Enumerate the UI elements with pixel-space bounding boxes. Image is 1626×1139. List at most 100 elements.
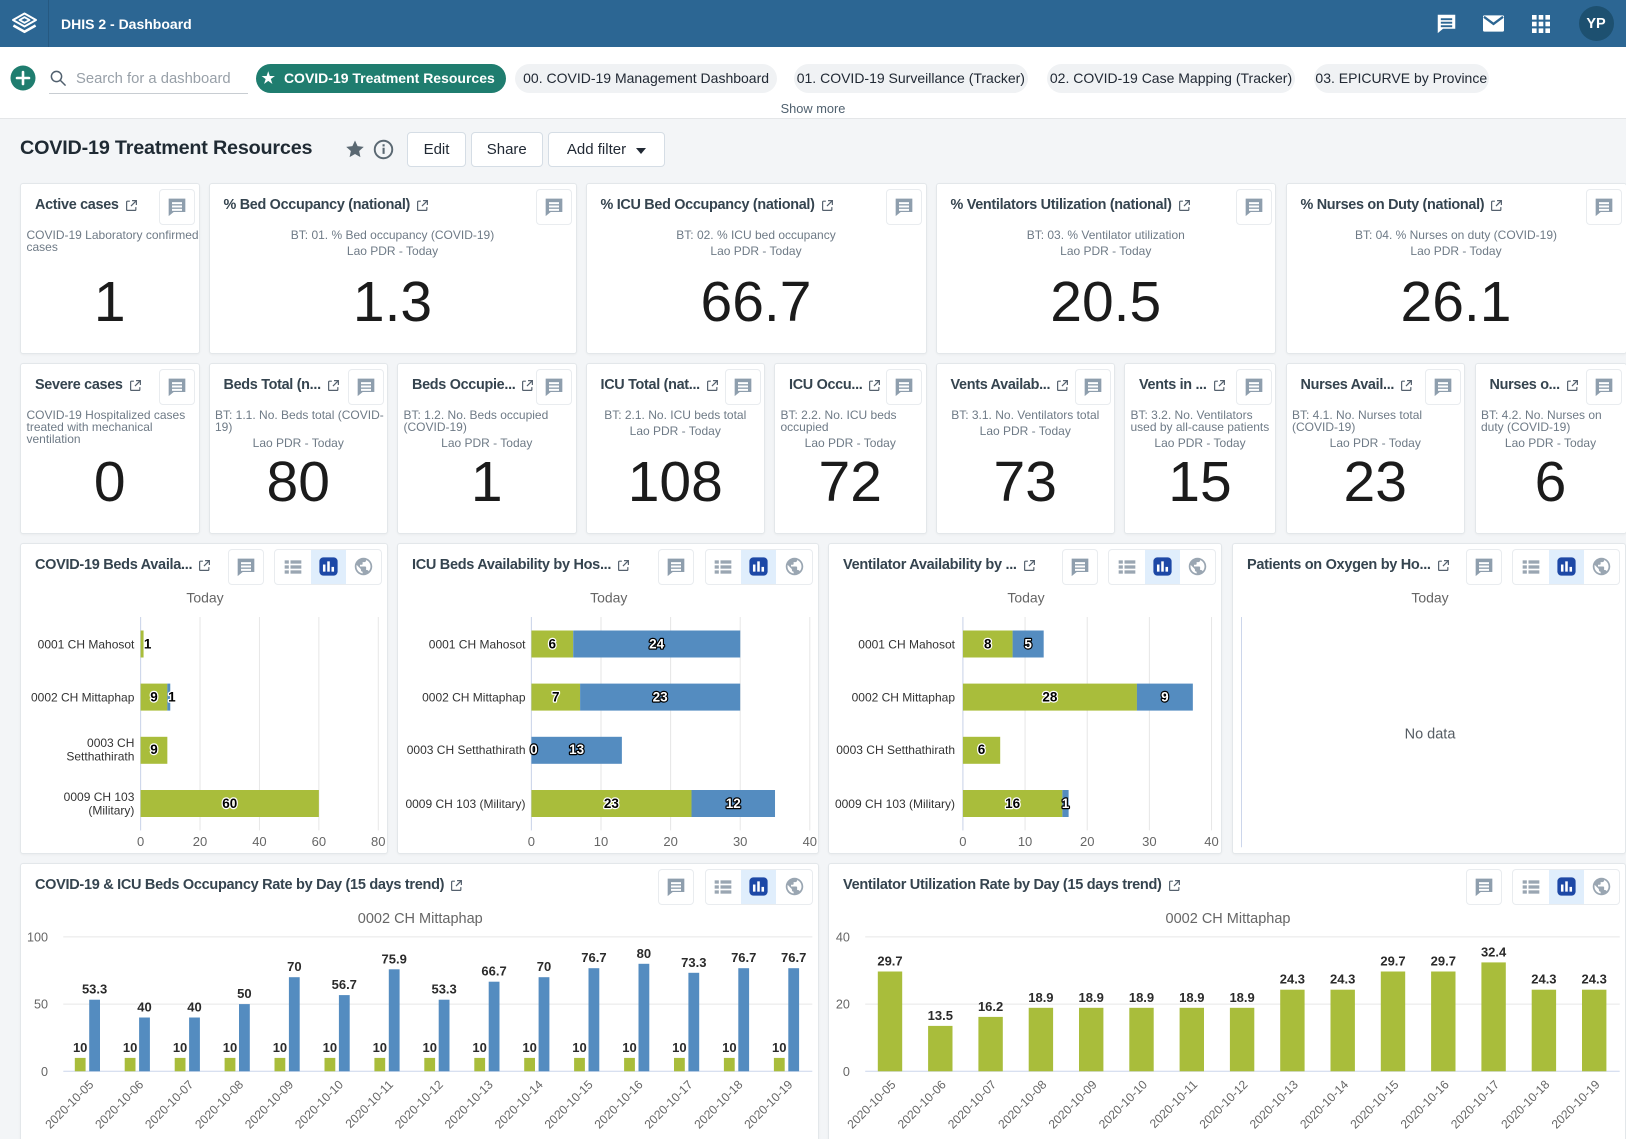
svg-text:16: 16: [1005, 796, 1021, 811]
svg-text:2020-10-05: 2020-10-05: [845, 1077, 899, 1131]
svg-text:0002 CH Mittaphap: 0002 CH Mittaphap: [31, 690, 135, 704]
svg-text:2020-10-11: 2020-10-11: [343, 1077, 396, 1130]
svg-text:29.7: 29.7: [1380, 954, 1405, 969]
svg-text:10: 10: [123, 1040, 137, 1055]
svg-text:20: 20: [836, 998, 850, 1012]
svg-text:60: 60: [312, 834, 326, 849]
svg-text:80: 80: [371, 834, 385, 849]
svg-text:0002 CH Mittaphap: 0002 CH Mittaphap: [1166, 911, 1291, 927]
svg-text:0002 CH Mittaphap: 0002 CH Mittaphap: [422, 690, 526, 704]
svg-text:18.9: 18.9: [1129, 990, 1154, 1005]
svg-text:2020-10-11: 2020-10-11: [1147, 1077, 1200, 1130]
svg-text:24.3: 24.3: [1531, 972, 1556, 987]
svg-text:29.7: 29.7: [877, 954, 902, 969]
svg-text:2020-10-13: 2020-10-13: [1247, 1077, 1301, 1131]
svg-text:24: 24: [649, 637, 665, 652]
svg-text:10: 10: [622, 1040, 636, 1055]
svg-text:12: 12: [726, 796, 741, 811]
svg-text:9: 9: [150, 742, 158, 757]
svg-text:10: 10: [772, 1040, 786, 1055]
svg-text:23: 23: [653, 690, 669, 705]
svg-text:0: 0: [959, 834, 966, 849]
svg-text:2020-10-19: 2020-10-19: [741, 1077, 795, 1131]
svg-text:40: 40: [187, 1000, 201, 1015]
svg-text:1: 1: [168, 690, 176, 705]
svg-text:2020-10-19: 2020-10-19: [1549, 1077, 1603, 1131]
svg-text:2020-10-07: 2020-10-07: [142, 1077, 196, 1131]
svg-text:76.7: 76.7: [581, 950, 606, 965]
svg-text:1: 1: [1062, 796, 1070, 811]
svg-text:10: 10: [722, 1040, 736, 1055]
svg-text:2020-10-09: 2020-10-09: [242, 1077, 296, 1131]
svg-text:9: 9: [150, 690, 158, 705]
svg-text:Today: Today: [186, 590, 223, 606]
svg-text:40: 40: [1204, 834, 1218, 849]
svg-text:29.7: 29.7: [1431, 954, 1456, 969]
svg-text:2020-10-15: 2020-10-15: [1348, 1077, 1402, 1131]
svg-text:2020-10-14: 2020-10-14: [1297, 1077, 1351, 1131]
svg-text:2020-10-09: 2020-10-09: [1046, 1077, 1100, 1131]
svg-text:0003 CH: 0003 CH: [87, 736, 134, 750]
svg-text:10: 10: [1018, 834, 1032, 849]
svg-text:18.9: 18.9: [1179, 990, 1204, 1005]
svg-text:2020-10-12: 2020-10-12: [1197, 1077, 1251, 1131]
svg-text:2020-10-08: 2020-10-08: [192, 1077, 246, 1131]
svg-text:2020-10-10: 2020-10-10: [1096, 1077, 1150, 1131]
svg-text:10: 10: [373, 1040, 387, 1055]
svg-text:24.3: 24.3: [1582, 972, 1607, 987]
svg-text:10: 10: [672, 1040, 686, 1055]
svg-text:2020-10-18: 2020-10-18: [1498, 1077, 1552, 1131]
svg-text:Today: Today: [590, 590, 627, 606]
svg-text:100: 100: [27, 930, 48, 944]
svg-text:0: 0: [528, 834, 535, 849]
svg-text:40: 40: [836, 930, 850, 944]
svg-text:2020-10-08: 2020-10-08: [995, 1077, 1049, 1131]
svg-text:20: 20: [193, 834, 207, 849]
svg-text:18.9: 18.9: [1028, 990, 1053, 1005]
svg-text:0001 CH Mahosot: 0001 CH Mahosot: [858, 637, 955, 651]
svg-text:10: 10: [522, 1040, 536, 1055]
svg-text:2020-10-13: 2020-10-13: [442, 1077, 496, 1131]
svg-text:2020-10-17: 2020-10-17: [1448, 1077, 1502, 1131]
svg-text:60: 60: [222, 796, 237, 811]
svg-text:0009 CH 103 (Military): 0009 CH 103 (Military): [405, 797, 525, 811]
svg-text:16.2: 16.2: [978, 999, 1003, 1014]
svg-text:20: 20: [1080, 834, 1094, 849]
svg-text:0002 CH Mittaphap: 0002 CH Mittaphap: [852, 690, 956, 704]
svg-text:0: 0: [137, 834, 144, 849]
svg-text:30: 30: [733, 834, 747, 849]
svg-text:9: 9: [1161, 690, 1169, 705]
svg-text:24.3: 24.3: [1330, 972, 1355, 987]
svg-text:0: 0: [843, 1065, 850, 1079]
svg-text:2020-10-06: 2020-10-06: [895, 1077, 949, 1131]
svg-text:10: 10: [472, 1040, 486, 1055]
svg-text:0001 CH Mahosot: 0001 CH Mahosot: [429, 637, 526, 651]
svg-text:80: 80: [637, 946, 651, 961]
svg-text:20: 20: [663, 834, 677, 849]
svg-text:5: 5: [1024, 637, 1032, 652]
svg-text:32.4: 32.4: [1481, 944, 1507, 959]
svg-text:13.5: 13.5: [928, 1008, 953, 1023]
svg-text:56.7: 56.7: [332, 977, 357, 992]
svg-text:10: 10: [572, 1040, 586, 1055]
svg-text:No data: No data: [1405, 727, 1457, 743]
svg-text:76.7: 76.7: [781, 950, 806, 965]
svg-text:Today: Today: [1411, 590, 1448, 606]
svg-text:8: 8: [984, 637, 992, 652]
svg-text:0009 CH 103 (Military): 0009 CH 103 (Military): [835, 797, 955, 811]
svg-text:2020-10-17: 2020-10-17: [642, 1077, 696, 1131]
svg-text:1: 1: [144, 637, 152, 652]
svg-text:53.3: 53.3: [82, 982, 107, 997]
svg-text:2020-10-10: 2020-10-10: [292, 1077, 346, 1131]
svg-text:13: 13: [569, 742, 585, 757]
svg-text:73.3: 73.3: [681, 955, 706, 970]
svg-text:66.7: 66.7: [481, 964, 506, 979]
svg-text:10: 10: [323, 1040, 337, 1055]
svg-text:10: 10: [73, 1040, 87, 1055]
svg-text:10: 10: [223, 1040, 237, 1055]
svg-text:0001 CH Mahosot: 0001 CH Mahosot: [38, 637, 135, 651]
svg-text:(Military): (Military): [88, 803, 134, 817]
svg-text:40: 40: [137, 1000, 151, 1015]
svg-text:76.7: 76.7: [731, 950, 756, 965]
svg-text:2020-10-12: 2020-10-12: [392, 1077, 446, 1131]
